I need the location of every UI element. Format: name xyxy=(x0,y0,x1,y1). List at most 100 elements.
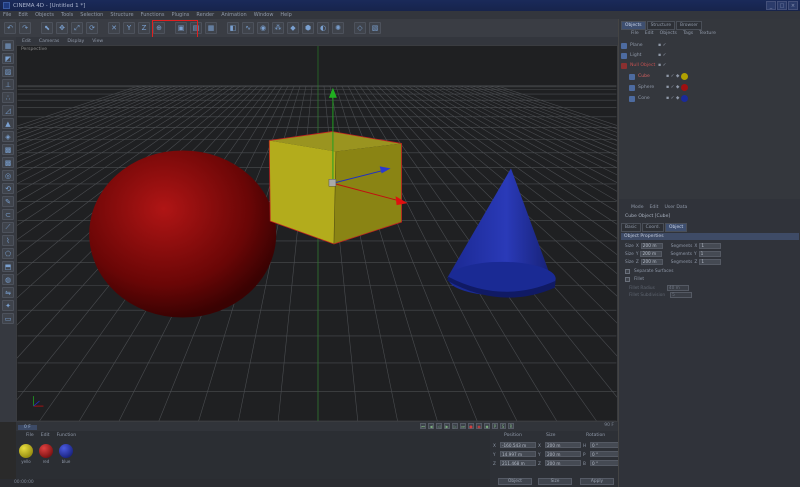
visibility-icon[interactable]: ▪ ✓ xyxy=(658,53,666,58)
size-x-input[interactable]: 200 m xyxy=(640,243,663,249)
segments-y-input[interactable]: 1 xyxy=(698,251,721,257)
weld-icon[interactable]: ✦ xyxy=(2,300,14,311)
spline-icon[interactable]: ∿ xyxy=(242,22,254,34)
obj-menu-tags[interactable]: Tags xyxy=(683,31,693,36)
deformer-icon[interactable]: ◆ xyxy=(287,22,299,34)
menu-edit[interactable]: Edit xyxy=(18,12,28,18)
fillet-radius-input[interactable]: 40 m xyxy=(666,285,689,291)
z-axis-icon[interactable]: Z xyxy=(138,22,150,34)
rotate-icon[interactable]: ⟳ xyxy=(86,22,98,34)
object-row-cone[interactable]: Cone ▪ ✓ ◆ xyxy=(629,94,800,103)
coords-mode-size-dropdown[interactable]: Size xyxy=(538,478,572,485)
nurbs-icon[interactable]: ◉ xyxy=(257,22,269,34)
3d-viewport[interactable]: Perspective xyxy=(16,45,618,422)
menu-selection[interactable]: Selection xyxy=(80,12,103,18)
attr-menu-mode[interactable]: Mode xyxy=(631,205,644,210)
material-swatch[interactable]: yello xyxy=(18,444,34,464)
knife-icon[interactable]: ⟋ xyxy=(2,222,14,233)
tweak-mode-icon[interactable]: ◈ xyxy=(2,131,14,142)
inverse-kinematics-icon[interactable]: ⟲ xyxy=(2,183,14,194)
scale-key-icon[interactable]: S xyxy=(500,423,506,429)
position-y-field[interactable]: 14.997 m xyxy=(500,451,536,457)
visibility-icon[interactable]: ▪ ✓ xyxy=(658,63,666,68)
keyframe-icon[interactable]: ◆ xyxy=(484,423,490,429)
play-icon[interactable]: ▶ xyxy=(444,423,450,429)
workplane-icon[interactable]: ▭ xyxy=(2,313,14,324)
mat-menu-edit[interactable]: Edit xyxy=(41,433,50,438)
tab-basic[interactable]: Basic xyxy=(621,223,641,232)
scene-icon[interactable]: ⬢ xyxy=(302,22,314,34)
material-tag-icon[interactable] xyxy=(681,84,689,91)
mat-menu-function[interactable]: Function xyxy=(57,433,77,438)
close-button[interactable]: × xyxy=(788,1,798,10)
maximize-button[interactable]: □ xyxy=(777,1,787,10)
obj-menu-edit[interactable]: Edit xyxy=(645,31,654,36)
position-z-field[interactable]: 211.468 m xyxy=(500,460,536,466)
apply-button[interactable]: Apply xyxy=(580,478,614,485)
prev-frame-icon[interactable]: ◀ xyxy=(428,423,434,429)
segments-x-input[interactable]: 1 xyxy=(699,243,722,249)
x-axis-icon[interactable]: ✕ xyxy=(108,22,120,34)
segments-z-input[interactable]: 1 xyxy=(699,259,722,265)
menu-plugins[interactable]: Plugins xyxy=(171,12,189,18)
rotation-key-icon[interactable]: R xyxy=(508,423,514,429)
edge-mode-icon[interactable]: ◿ xyxy=(2,105,14,116)
play-reverse-icon[interactable]: ◁ xyxy=(436,423,442,429)
soft-selection-icon[interactable]: ◍ xyxy=(2,274,14,285)
point-mode-icon[interactable]: ∴ xyxy=(2,92,14,103)
tab-object[interactable]: Object xyxy=(664,223,688,232)
tab-coord[interactable]: Coord. xyxy=(641,223,664,232)
live-select-icon[interactable]: ⬉ xyxy=(41,22,53,34)
menu-tools[interactable]: Tools xyxy=(61,12,73,18)
checker-2-icon[interactable]: ▩ xyxy=(2,157,14,168)
light-icon[interactable]: ✺ xyxy=(332,22,344,34)
animation-mode-icon[interactable]: ◎ xyxy=(2,170,14,181)
render-settings-icon[interactable]: ▦ xyxy=(205,22,217,34)
material-swatch[interactable]: red xyxy=(38,444,54,464)
redo-icon[interactable]: ↷ xyxy=(19,22,31,34)
fillet-checkbox[interactable] xyxy=(625,277,630,282)
object-row-null[interactable]: Null Object ▪ ✓ xyxy=(621,61,797,70)
menu-functions[interactable]: Functions xyxy=(141,12,165,18)
position-x-field[interactable]: -160.543 m xyxy=(500,442,536,448)
size-y-input[interactable]: 200 m xyxy=(640,251,663,257)
mirror-icon[interactable]: ⇋ xyxy=(2,287,14,298)
menu-animation[interactable]: Animation xyxy=(221,12,247,18)
model-mode-icon[interactable]: ▦ xyxy=(2,40,14,51)
axis-mode-icon[interactable]: ⊥ xyxy=(2,79,14,90)
size-y-field[interactable]: 200 m xyxy=(545,451,581,457)
undo-icon[interactable]: ↶ xyxy=(4,22,16,34)
position-key-icon[interactable]: P xyxy=(492,423,498,429)
attr-menu-user-data[interactable]: User Data xyxy=(664,205,687,210)
material-swatch[interactable]: blue xyxy=(58,444,74,464)
object-row-cube[interactable]: Cube ▪ ✓ ◆ xyxy=(629,72,800,81)
tab-structure[interactable]: Structure xyxy=(646,21,676,30)
coords-mode-object-dropdown[interactable]: Object xyxy=(498,478,532,485)
menu-file[interactable]: File xyxy=(3,12,11,18)
view-menu-display[interactable]: Display xyxy=(67,39,84,44)
separate-surfaces-row[interactable]: Separate Surfaces xyxy=(625,269,673,274)
fillet-subdivision-input[interactable]: 5 xyxy=(670,292,693,298)
obj-menu-file[interactable]: File xyxy=(631,31,639,36)
fillet-row[interactable]: Fillet xyxy=(625,277,644,282)
view-menu-view[interactable]: View xyxy=(92,39,103,44)
paint-icon[interactable]: ✎ xyxy=(2,196,14,207)
menu-help[interactable]: Help xyxy=(280,12,291,18)
menu-objects[interactable]: Objects xyxy=(35,12,54,18)
y-axis-icon[interactable]: Y xyxy=(123,22,135,34)
object-row-light[interactable]: Light ▪ ✓ xyxy=(621,51,797,60)
tab-objects[interactable]: Objects xyxy=(621,21,646,30)
mat-menu-file[interactable]: File xyxy=(26,433,34,438)
size-z-field[interactable]: 200 m xyxy=(545,460,581,466)
tab-browser[interactable]: Browser xyxy=(676,21,702,30)
go-start-icon[interactable]: ⏮ xyxy=(420,423,426,429)
view-menu-edit[interactable]: Edit xyxy=(22,39,31,44)
timeline[interactable]: 90 F xyxy=(16,422,618,431)
record-icon[interactable]: ● xyxy=(468,423,474,429)
visibility-icon[interactable]: ▪ ✓ xyxy=(658,43,666,48)
autokey-icon[interactable]: ◉ xyxy=(476,423,482,429)
visibility-icon[interactable]: ▪ ✓ ◆ xyxy=(666,74,679,79)
move-icon[interactable]: ✥ xyxy=(56,22,68,34)
size-x-field[interactable]: 200 m xyxy=(545,442,581,448)
camera-icon[interactable]: ◐ xyxy=(317,22,329,34)
